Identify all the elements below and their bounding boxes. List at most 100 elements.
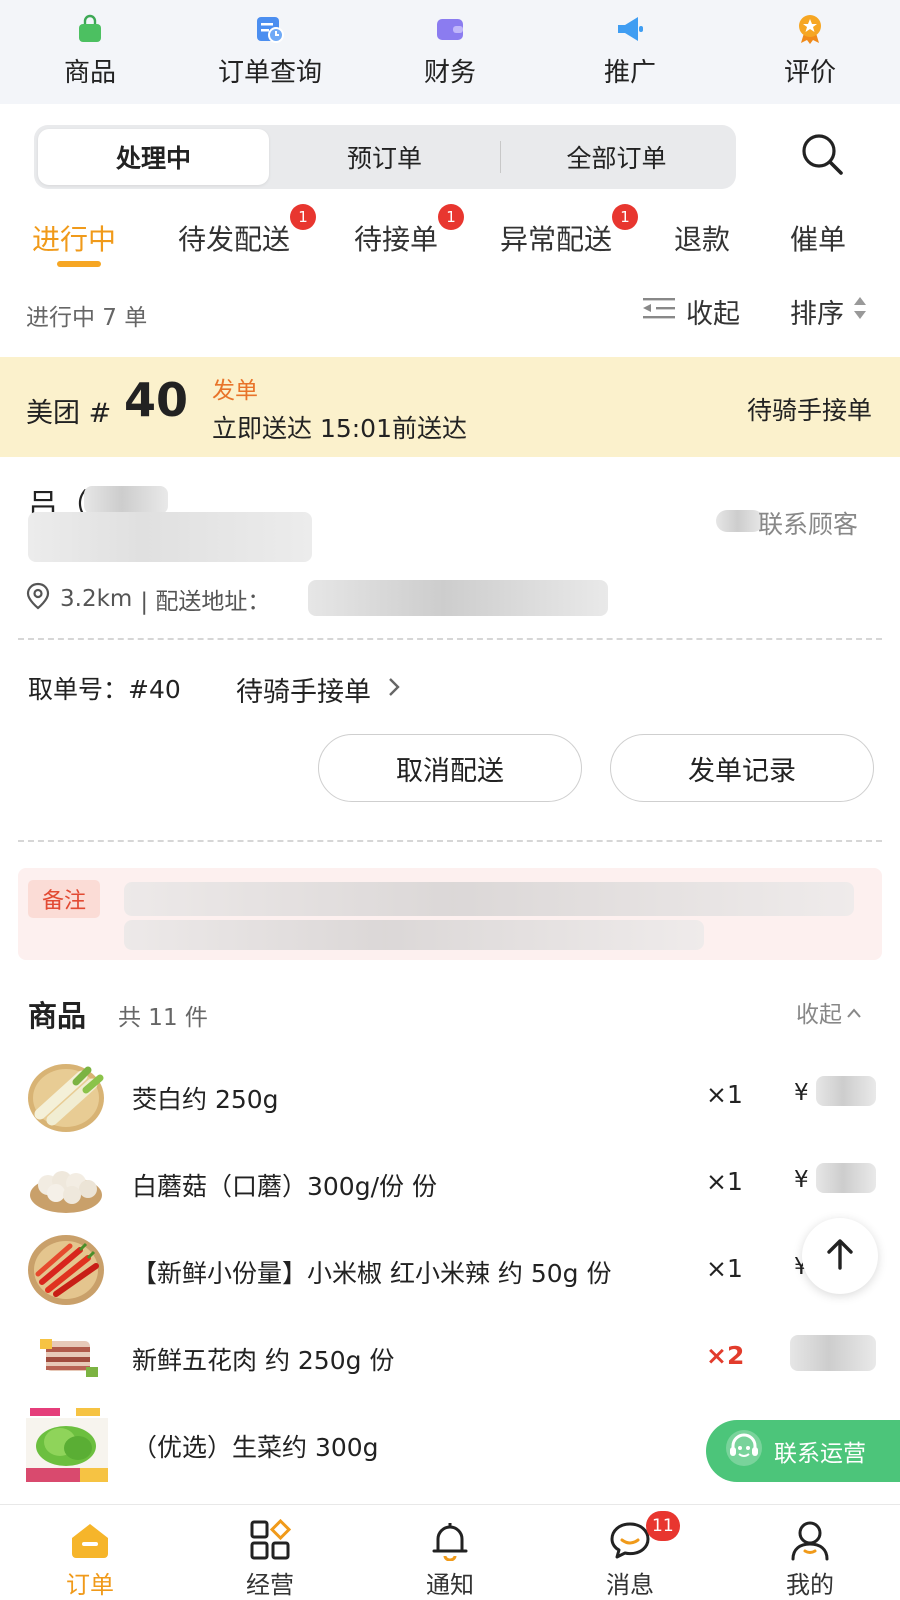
goods-item[interactable]: 新鲜五花肉 约 250g 份 ×2 ¥	[0, 1315, 900, 1401]
scroll-to-top-button[interactable]	[802, 1218, 878, 1294]
bottom-nav-me[interactable]: 我的	[720, 1505, 900, 1600]
mushroom-image	[26, 1145, 108, 1221]
segment-preorder[interactable]: 预订单	[269, 129, 500, 185]
megaphone-icon	[613, 12, 647, 46]
bottom-nav-label: 订单	[66, 1571, 114, 1599]
collapse-list-icon	[642, 295, 676, 328]
goods-name: 【新鲜小份量】小米椒 红小米辣 约 50g 份	[132, 1259, 612, 1288]
goods-qty: ×1	[706, 1167, 743, 1196]
dashed-divider	[18, 840, 882, 842]
bag-icon	[73, 12, 107, 46]
top-nav-label: 订单查询	[217, 58, 322, 88]
order-status: 待骑手接单	[746, 396, 872, 425]
top-nav-label: 商品	[63, 58, 116, 88]
user-icon	[788, 1519, 832, 1561]
sort-button[interactable]: 排序	[790, 292, 868, 331]
blurred-customer-name	[84, 486, 168, 514]
goods-count: 共 11 件	[118, 1005, 208, 1031]
phone-icon	[716, 510, 764, 532]
goods-item[interactable]: 【新鲜小份量】小米椒 红小米辣 约 50g 份 ×1 ¥	[0, 1228, 900, 1314]
headset-icon	[724, 1428, 764, 1474]
pork-belly-image	[26, 1319, 108, 1395]
top-nav-label: 评价	[783, 58, 836, 88]
top-nav-promotion[interactable]: 推广	[540, 0, 720, 104]
bottom-nav-notifications[interactable]: 通知	[360, 1505, 540, 1600]
delivery-address-row: 3.2km | 配送地址：	[26, 582, 270, 616]
goods-qty: ×1	[706, 1254, 743, 1283]
goods-title: 商品	[28, 999, 87, 1033]
top-nav-label: 财务	[423, 58, 476, 88]
goods-qty: ×1	[706, 1080, 743, 1109]
tab-urge[interactable]: 催单	[790, 218, 846, 258]
dispatch-record-button[interactable]: 发单记录	[610, 734, 874, 802]
active-tab-indicator	[57, 261, 101, 267]
location-pin-icon	[26, 582, 50, 616]
order-search-icon	[253, 12, 287, 46]
goods-item[interactable]: 茭白约 250g ×1 ¥	[0, 1054, 900, 1140]
order-home-icon	[68, 1519, 112, 1561]
sort-icon	[852, 295, 868, 328]
bottom-nav-orders[interactable]: 订单	[0, 1505, 180, 1600]
goods-name: （优选）生菜约 300g	[132, 1433, 379, 1462]
tab-refund[interactable]: 退款	[674, 218, 730, 258]
blurred-note-line-1	[124, 882, 854, 916]
star-medal-icon	[793, 12, 827, 46]
top-nav-reviews[interactable]: 评价	[720, 0, 900, 104]
lettuce-image	[26, 1406, 108, 1482]
goods-collapse-button[interactable]: 收起	[796, 995, 862, 1029]
chevron-up-icon	[846, 999, 862, 1025]
blurred-price	[816, 1163, 876, 1193]
tab-badge: 1	[612, 204, 639, 230]
address-label: | 配送地址：	[140, 589, 271, 615]
bottom-nav-label: 经营	[246, 1571, 294, 1599]
pickup-number-text: 取单号：#40	[28, 675, 181, 704]
water-bamboo-image	[26, 1058, 108, 1134]
tab-pending-accept[interactable]: 待接单 1	[354, 204, 465, 258]
goods-price: ¥	[794, 1080, 809, 1106]
tab-label: 催单	[790, 223, 847, 256]
order-scope-segmented-control: 处理中 预订单 全部订单	[34, 125, 736, 189]
tab-label: 进行中	[32, 223, 117, 256]
segment-all-orders[interactable]: 全部订单	[501, 129, 732, 185]
bottom-nav-label: 我的	[786, 1571, 834, 1599]
note-tag: 备注	[28, 880, 100, 918]
bottom-nav-label: 通知	[426, 1571, 474, 1599]
top-nav: 商品 订单查询 财务 推广 评价	[0, 0, 900, 104]
contact-customer-button[interactable]: 联系顾客	[758, 505, 858, 541]
collapse-label: 收起	[686, 299, 740, 330]
top-nav-goods[interactable]: 商品	[0, 0, 180, 104]
distance: 3.2km	[60, 586, 133, 612]
tab-badge: 1	[290, 204, 317, 230]
tab-label: 退款	[674, 223, 731, 256]
bottom-nav: 订单 经营 通知 消息 11 我的	[0, 1504, 900, 1600]
blurred-customer-phone	[28, 512, 312, 562]
goods-item[interactable]: 白蘑菇（口蘑）300g/份 份 ×1 ¥	[0, 1141, 900, 1227]
top-nav-order-search[interactable]: 订单查询	[180, 0, 360, 104]
cancel-delivery-button[interactable]: 取消配送	[318, 734, 582, 802]
goods-price: ¥	[794, 1167, 809, 1193]
top-nav-label: 推广	[603, 58, 656, 88]
bottom-nav-messages[interactable]: 消息 11	[540, 1505, 720, 1600]
tab-label: 异常配送	[500, 223, 613, 256]
goods-collapse-label: 收起	[796, 1002, 842, 1028]
bottom-nav-label: 消息	[606, 1571, 654, 1599]
pickup-number: 取单号：#40	[28, 670, 181, 706]
wallet-icon	[433, 12, 467, 46]
tab-abnormal-delivery[interactable]: 异常配送 1	[500, 204, 639, 258]
tab-in-progress[interactable]: 进行中	[32, 218, 116, 258]
search-button[interactable]	[794, 128, 850, 184]
tab-pending-dispatch[interactable]: 待发配送 1	[178, 204, 317, 258]
rider-status-link[interactable]: 待骑手接单	[236, 670, 401, 709]
chevron-right-icon	[387, 674, 401, 705]
rider-status-text: 待骑手接单	[236, 677, 371, 708]
order-note: 备注	[18, 868, 882, 960]
segment-processing[interactable]: 处理中	[38, 129, 269, 185]
dispatch-label: 发单	[212, 378, 258, 404]
chili-pepper-image	[26, 1232, 108, 1308]
contact-operations-button[interactable]: 联系运营	[706, 1420, 900, 1482]
goods-name: 茭白约 250g	[132, 1085, 279, 1114]
collapse-all-button[interactable]: 收起	[642, 292, 740, 331]
top-nav-finance[interactable]: 财务	[360, 0, 540, 104]
bottom-nav-business[interactable]: 经营	[180, 1505, 360, 1600]
delivery-time: 立即送达 15:01前送达	[212, 414, 467, 443]
